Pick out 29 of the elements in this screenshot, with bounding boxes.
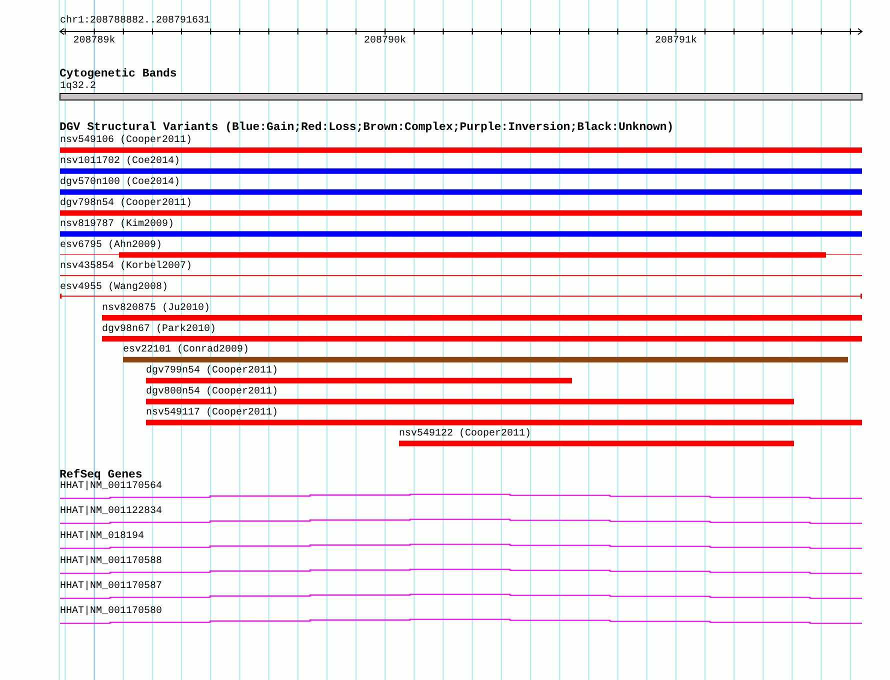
track-title: Cytogenetic Bands	[60, 68, 177, 80]
gene-label: HHAT|NM_001122834	[60, 506, 162, 518]
gene-label: HHAT|NM_001170564	[60, 481, 162, 492]
tick-label: 208791k	[655, 36, 697, 46]
variant-label: nsv549122 (Cooper2011)	[399, 428, 532, 440]
variant-label: esv6795 (Ahn2009)	[60, 240, 162, 251]
location-label: chr1:208788882..208791631	[60, 16, 210, 26]
variant-label: nsv819787 (Kim2009)	[60, 219, 174, 230]
variant-label: nsv549117 (Cooper2011)	[146, 408, 278, 419]
tick-label: 208789k	[73, 36, 116, 46]
variant-label: nsv820875 (Ju2010)	[102, 302, 210, 314]
variant-label: esv22101 (Conrad2009)	[123, 344, 250, 356]
variant-label: dgv98n67 (Park2010)	[102, 324, 216, 335]
track-title: RefSeq Genes	[60, 468, 142, 482]
variant-label: dgv799n54 (Cooper2011)	[146, 366, 278, 377]
gene-label: HHAT|NM_001170580	[60, 606, 162, 618]
gene-label: HHAT|NM_001170587	[60, 581, 162, 592]
track-title: DGV Structural Variants (Blue:Gain;Red:Loss;Brown:Complex;Purple:Inversion;Black:Unknown)	[60, 121, 674, 134]
variant-label: esv4955 (Wang2008)	[60, 282, 168, 293]
variant-label: nsv435854 (Korbel2007)	[60, 260, 192, 272]
variant-label: dgv800n54 (Cooper2011)	[146, 386, 278, 398]
gene-label: HHAT|NM_018194	[60, 531, 144, 542]
band-label: 1q32.2	[60, 81, 96, 92]
tick-label: 208790k	[364, 36, 406, 46]
variant-label: nsv1011702 (Coe2014)	[60, 156, 180, 168]
variant-label: dgv570n100 (Coe2014)	[60, 177, 180, 188]
gene-label: HHAT|NM_001170588	[60, 556, 162, 568]
variant-label: nsv549106 (Cooper2011)	[60, 135, 192, 146]
variant-label: dgv798n54 (Cooper2011)	[60, 198, 192, 210]
